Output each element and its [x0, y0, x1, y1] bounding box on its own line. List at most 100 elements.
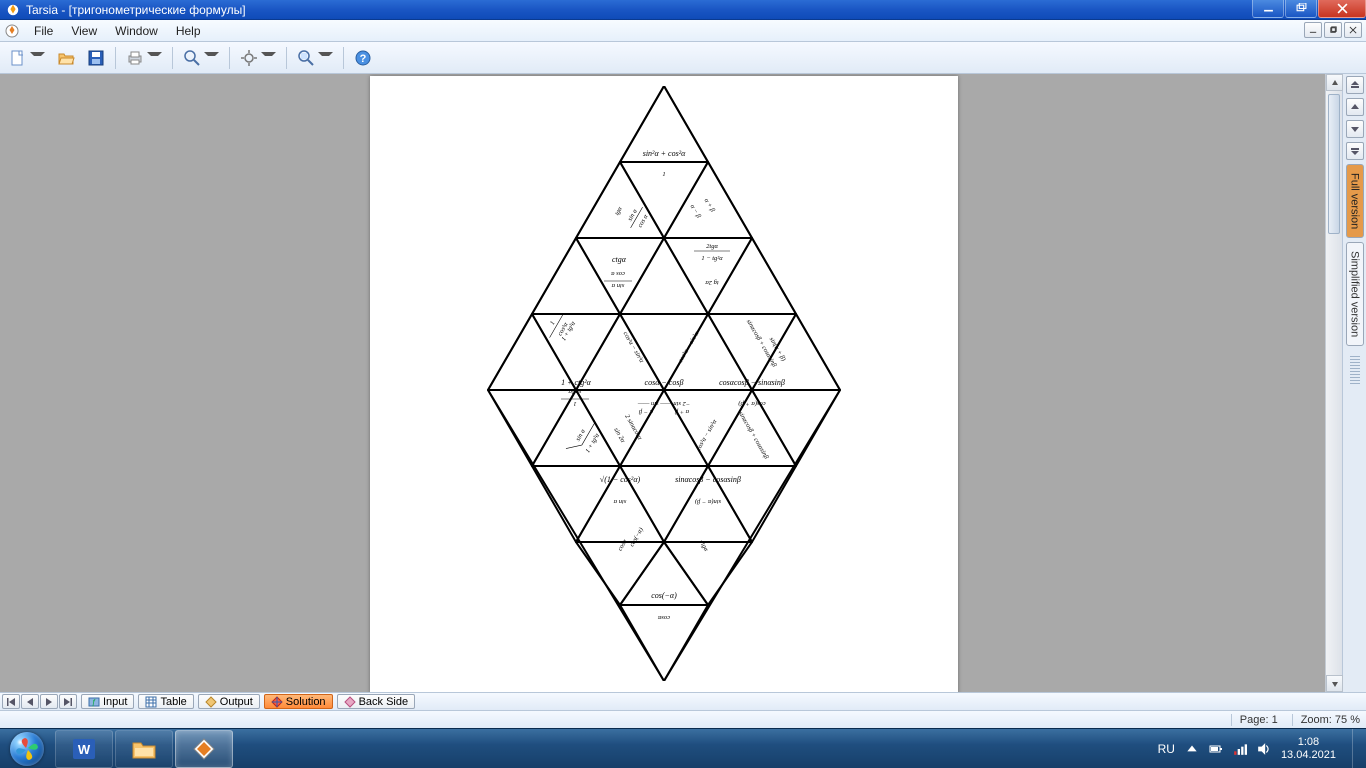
language-indicator[interactable]: RU — [1158, 742, 1175, 756]
window-controls — [1251, 0, 1366, 19]
print-button[interactable] — [121, 45, 167, 71]
mdi-app-icon — [4, 23, 20, 39]
show-desktop-button[interactable] — [1352, 729, 1362, 768]
nav-last-button[interactable] — [59, 694, 77, 709]
close-button[interactable] — [1318, 0, 1366, 18]
formula: 1 + ctg²α — [561, 378, 592, 387]
tab-back-side[interactable]: Back Side — [337, 694, 416, 709]
toolbar: ? — [0, 42, 1366, 74]
tab-input[interactable]: ƒInput — [81, 694, 134, 709]
menu-bar: File View Window Help — [0, 20, 1366, 42]
formula: α − β — [689, 203, 703, 220]
tab-table[interactable]: Table — [138, 694, 193, 709]
workspace: sin²α + cos²α 1 ctgα 2tgα1 − tg²α tg 2α … — [0, 74, 1325, 692]
settings-button[interactable] — [235, 45, 281, 71]
tab-label: Back Side — [359, 696, 409, 708]
scroll-up-button[interactable] — [1326, 74, 1343, 91]
zoom-button[interactable] — [178, 45, 224, 71]
menu-window[interactable]: Window — [107, 22, 166, 40]
side-tab-full-version[interactable]: Full version — [1346, 164, 1364, 238]
minimize-button[interactable] — [1252, 0, 1284, 18]
formula: −tgα — [697, 538, 710, 553]
formula: α + β — [674, 408, 689, 415]
formula: α − β — [638, 408, 653, 415]
new-button[interactable] — [4, 45, 50, 71]
solution-icon — [271, 696, 283, 708]
scroll-down-button[interactable] — [1326, 675, 1343, 692]
start-button[interactable] — [0, 729, 54, 768]
preview-button[interactable] — [292, 45, 338, 71]
status-bar: Page: 1 Zoom: 75 % — [0, 710, 1366, 728]
volume-icon[interactable] — [1257, 742, 1271, 756]
nav-next-button[interactable] — [40, 694, 58, 709]
formula: cosαcosβ − sinαsinβ — [719, 378, 785, 387]
formula: tg 2α — [705, 279, 719, 286]
tray-date: 13.04.2021 — [1281, 749, 1336, 761]
table-icon — [145, 696, 157, 708]
taskbar-app-tarsia[interactable] — [175, 730, 233, 768]
mdi-minimize-button[interactable] — [1304, 22, 1322, 38]
window-titlebar: Tarsia - [тригонометрические формулы] — [0, 0, 1366, 20]
input-icon: ƒ — [88, 696, 100, 708]
side-nav-down[interactable] — [1346, 120, 1364, 138]
side-tab-panel: Full version Simplified version — [1342, 74, 1366, 692]
nav-first-button[interactable] — [2, 694, 20, 709]
scroll-thumb[interactable] — [1328, 94, 1340, 234]
mdi-restore-button[interactable] — [1324, 22, 1342, 38]
formula: sin 2α — [612, 427, 626, 445]
formula: cos α — [611, 270, 625, 277]
formula: cosα — [617, 538, 629, 552]
formula: sin²α — [568, 388, 582, 395]
tray-clock[interactable]: 1:08 13.04.2021 — [1281, 736, 1336, 760]
maximize-button[interactable] — [1285, 0, 1317, 18]
status-zoom: Zoom: 75 % — [1292, 714, 1360, 726]
formula: 1 — [549, 320, 557, 326]
menu-file[interactable]: File — [26, 22, 61, 40]
menu-view[interactable]: View — [63, 22, 105, 40]
formula: sinαcosβ + cosαsinβ — [737, 410, 770, 460]
formula: sin α — [575, 428, 588, 443]
taskbar-app-explorer[interactable] — [115, 730, 173, 768]
system-tray: RU 1:08 13.04.2021 — [1158, 729, 1366, 768]
formula: √(1 − cos²α) — [600, 475, 641, 484]
side-nav-first[interactable] — [1346, 76, 1364, 94]
formula: cos(−α) — [651, 591, 677, 600]
bottom-nav: ƒInput Table Output Solution Back Side — [0, 692, 1366, 710]
formula: cos(−α) — [628, 526, 644, 548]
status-page: Page: 1 — [1231, 714, 1278, 726]
side-tab-simplified-version[interactable]: Simplified version — [1346, 242, 1364, 346]
formula: sin α — [611, 282, 624, 289]
open-button[interactable] — [52, 45, 80, 71]
vertical-scrollbar[interactable] — [1325, 74, 1342, 692]
formula: −2 sin —— sin —— — [638, 400, 691, 407]
battery-icon[interactable] — [1209, 742, 1223, 756]
mdi-close-button[interactable] — [1344, 22, 1362, 38]
tab-label: Solution — [286, 696, 326, 708]
nav-prev-button[interactable] — [21, 694, 39, 709]
svg-text:ƒ: ƒ — [92, 698, 96, 707]
tray-time: 1:08 — [1281, 736, 1336, 748]
tab-solution[interactable]: Solution — [264, 694, 333, 709]
taskbar: W RU 1:08 13.04.2021 — [0, 728, 1366, 768]
formula: sinαcosβ − cosαsinβ — [675, 475, 741, 484]
help-button[interactable]: ? — [349, 45, 377, 71]
side-nav-last[interactable] — [1346, 142, 1364, 160]
app-icon — [6, 3, 20, 17]
formula: sin α — [627, 208, 640, 223]
menu-help[interactable]: Help — [168, 22, 209, 40]
tray-up-icon[interactable] — [1185, 742, 1199, 756]
formula: cos²α − sin²α — [695, 418, 719, 452]
formula: ctgα — [612, 255, 627, 264]
side-nav-up[interactable] — [1346, 98, 1364, 116]
tab-output[interactable]: Output — [198, 694, 260, 709]
taskbar-app-word[interactable]: W — [55, 730, 113, 768]
save-button[interactable] — [82, 45, 110, 71]
formula: sin²α + cos²α — [643, 149, 686, 158]
formula: cosα — [657, 614, 670, 621]
formula: sin α — [613, 498, 626, 505]
network-icon[interactable] — [1233, 742, 1247, 756]
formula: 2 sinαcosα — [623, 413, 643, 441]
svg-text:?: ? — [360, 53, 367, 65]
formula: cos²α − sin²α — [677, 330, 701, 364]
page-canvas: sin²α + cos²α 1 ctgα 2tgα1 − tg²α tg 2α … — [370, 76, 958, 692]
